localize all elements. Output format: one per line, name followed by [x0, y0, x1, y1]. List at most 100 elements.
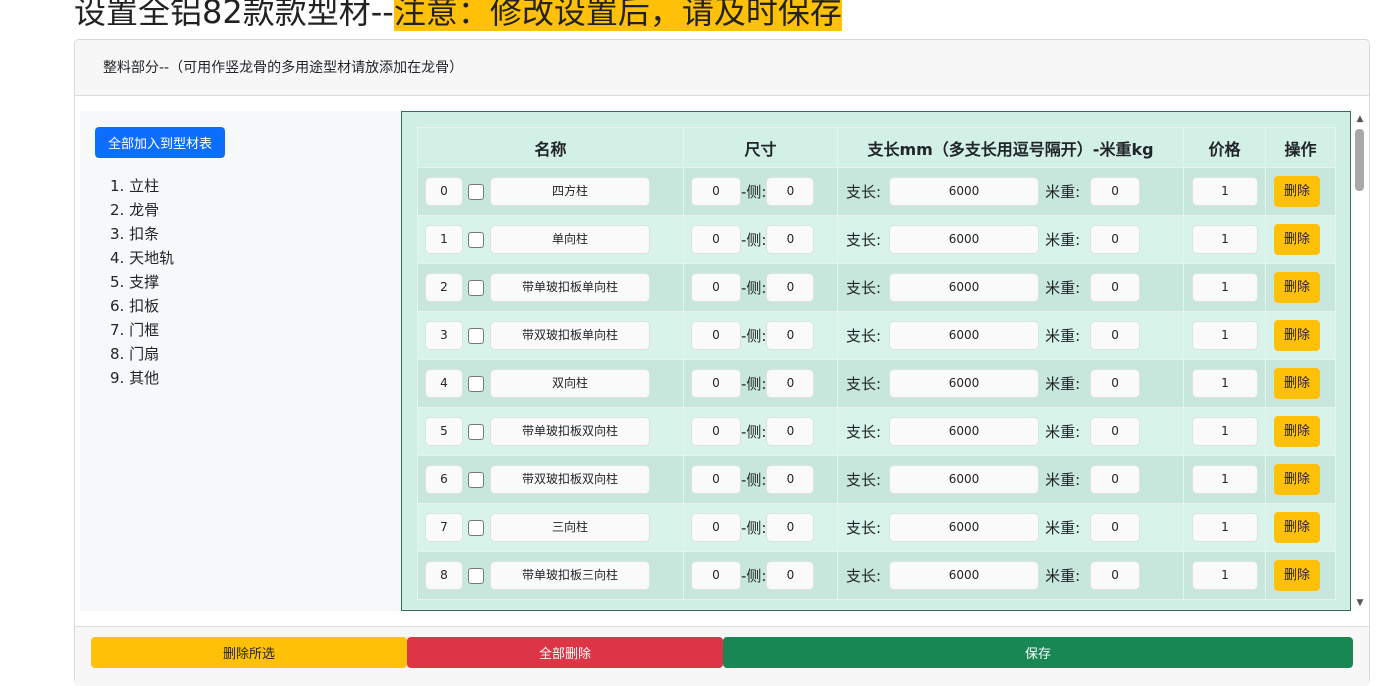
index-input[interactable]: 4 — [425, 369, 463, 398]
delete-row-button[interactable]: 删除 — [1274, 368, 1320, 399]
category-item[interactable]: 3. 扣条 — [110, 222, 174, 246]
size-b-input[interactable]: 0 — [766, 465, 815, 494]
name-input[interactable]: 带单玻扣板单向柱 — [490, 273, 650, 302]
size-b-input[interactable]: 0 — [766, 321, 815, 350]
name-input[interactable]: 带单玻扣板双向柱 — [490, 417, 650, 446]
length-input[interactable]: 6000 — [889, 465, 1040, 494]
size-b-input[interactable]: 0 — [766, 417, 815, 446]
length-input[interactable]: 6000 — [889, 513, 1040, 542]
row-select-checkbox[interactable] — [468, 183, 484, 200]
name-input[interactable]: 单向柱 — [490, 225, 650, 254]
index-input[interactable]: 2 — [425, 273, 463, 302]
length-input[interactable]: 6000 — [889, 369, 1040, 398]
weight-input[interactable]: 0 — [1090, 513, 1141, 542]
size-a-input[interactable]: 0 — [691, 417, 741, 446]
price-input[interactable]: 1 — [1192, 177, 1258, 206]
index-input[interactable]: 7 — [425, 513, 463, 542]
category-item[interactable]: 5. 支撑 — [110, 270, 174, 294]
size-b-input[interactable]: 0 — [766, 561, 815, 590]
category-item[interactable]: 4. 天地轨 — [110, 246, 174, 270]
name-input[interactable]: 带双玻扣板单向柱 — [490, 321, 650, 350]
size-b-input[interactable]: 0 — [766, 273, 815, 302]
weight-input[interactable]: 0 — [1090, 273, 1141, 302]
price-input[interactable]: 1 — [1192, 369, 1258, 398]
weight-input[interactable]: 0 — [1090, 561, 1141, 590]
save-button[interactable]: 保存 — [723, 637, 1353, 668]
price-input[interactable]: 1 — [1192, 273, 1258, 302]
row-select-checkbox[interactable] — [468, 375, 484, 392]
size-a-input[interactable]: 0 — [691, 273, 741, 302]
row-select-checkbox[interactable] — [468, 471, 484, 488]
length-input[interactable]: 6000 — [889, 561, 1040, 590]
size-b-input[interactable]: 0 — [766, 369, 815, 398]
delete-row-button[interactable]: 删除 — [1274, 320, 1320, 351]
name-input[interactable]: 带单玻扣板三向柱 — [490, 561, 650, 590]
length-input[interactable]: 6000 — [889, 417, 1040, 446]
index-input[interactable]: 3 — [425, 321, 463, 350]
name-cell: 7 三向柱 — [417, 503, 684, 552]
name-input[interactable]: 三向柱 — [490, 513, 650, 542]
name-input[interactable]: 带双玻扣板双向柱 — [490, 465, 650, 494]
index-input[interactable]: 8 — [425, 561, 463, 590]
row-select-checkbox[interactable] — [468, 231, 484, 248]
size-a-input[interactable]: 0 — [691, 321, 741, 350]
length-input[interactable]: 6000 — [889, 225, 1040, 254]
table-row: 5 带单玻扣板双向柱 0 -侧: 0 支长: 6000 米重: 0 1 删除 — [417, 407, 1336, 456]
index-input[interactable]: 0 — [425, 177, 463, 206]
row-select-checkbox[interactable] — [468, 519, 484, 536]
delete-selected-button[interactable]: 删除所选 — [91, 637, 407, 668]
weight-input[interactable]: 0 — [1090, 417, 1141, 446]
price-input[interactable]: 1 — [1192, 225, 1258, 254]
category-item[interactable]: 2. 龙骨 — [110, 198, 174, 222]
price-input[interactable]: 1 — [1192, 513, 1258, 542]
size-a-input[interactable]: 0 — [691, 465, 741, 494]
row-select-checkbox[interactable] — [468, 423, 484, 440]
row-select-checkbox[interactable] — [468, 327, 484, 344]
scrollbar-thumb[interactable] — [1355, 129, 1364, 191]
category-item[interactable]: 1. 立柱 — [110, 174, 174, 198]
row-select-checkbox[interactable] — [468, 567, 484, 584]
price-input[interactable]: 1 — [1192, 465, 1258, 494]
category-item[interactable]: 6. 扣板 — [110, 294, 174, 318]
category-item[interactable]: 9. 其他 — [110, 366, 174, 390]
price-input[interactable]: 1 — [1192, 561, 1258, 590]
delete-row-button[interactable]: 删除 — [1274, 416, 1320, 447]
size-a-input[interactable]: 0 — [691, 513, 741, 542]
size-b-input[interactable]: 0 — [766, 513, 815, 542]
weight-input[interactable]: 0 — [1090, 369, 1141, 398]
category-item[interactable]: 7. 门框 — [110, 318, 174, 342]
price-input[interactable]: 1 — [1192, 417, 1258, 446]
length-input[interactable]: 6000 — [889, 177, 1040, 206]
size-a-input[interactable]: 0 — [691, 369, 741, 398]
scroll-down-arrow-icon[interactable]: ▼ — [1354, 597, 1366, 609]
size-a-input[interactable]: 0 — [691, 225, 741, 254]
size-b-input[interactable]: 0 — [766, 225, 815, 254]
size-a-input[interactable]: 0 — [691, 177, 741, 206]
delete-row-button[interactable]: 删除 — [1274, 560, 1320, 591]
weight-input[interactable]: 0 — [1090, 225, 1141, 254]
scroll-up-arrow-icon[interactable]: ▲ — [1354, 113, 1366, 125]
price-input[interactable]: 1 — [1192, 321, 1258, 350]
row-select-checkbox[interactable] — [468, 279, 484, 296]
length-input[interactable]: 6000 — [889, 321, 1040, 350]
weight-input[interactable]: 0 — [1090, 177, 1141, 206]
length-input[interactable]: 6000 — [889, 273, 1040, 302]
delete-row-button[interactable]: 删除 — [1274, 176, 1320, 207]
index-input[interactable]: 1 — [425, 225, 463, 254]
weight-input[interactable]: 0 — [1090, 321, 1141, 350]
size-b-input[interactable]: 0 — [766, 177, 815, 206]
size-a-input[interactable]: 0 — [691, 561, 741, 590]
vertical-scrollbar[interactable]: ▲ ▼ — [1351, 111, 1369, 611]
delete-row-button[interactable]: 删除 — [1274, 512, 1320, 543]
index-input[interactable]: 5 — [425, 417, 463, 446]
name-input[interactable]: 四方柱 — [490, 177, 650, 206]
category-item[interactable]: 8. 门扇 — [110, 342, 174, 366]
delete-row-button[interactable]: 删除 — [1274, 224, 1320, 255]
name-input[interactable]: 双向柱 — [490, 369, 650, 398]
add-all-to-profile-table-button[interactable]: 全部加入到型材表 — [95, 127, 225, 158]
delete-row-button[interactable]: 删除 — [1274, 464, 1320, 495]
weight-input[interactable]: 0 — [1090, 465, 1141, 494]
index-input[interactable]: 6 — [425, 465, 463, 494]
delete-row-button[interactable]: 删除 — [1274, 272, 1320, 303]
delete-all-button[interactable]: 全部删除 — [407, 637, 723, 668]
